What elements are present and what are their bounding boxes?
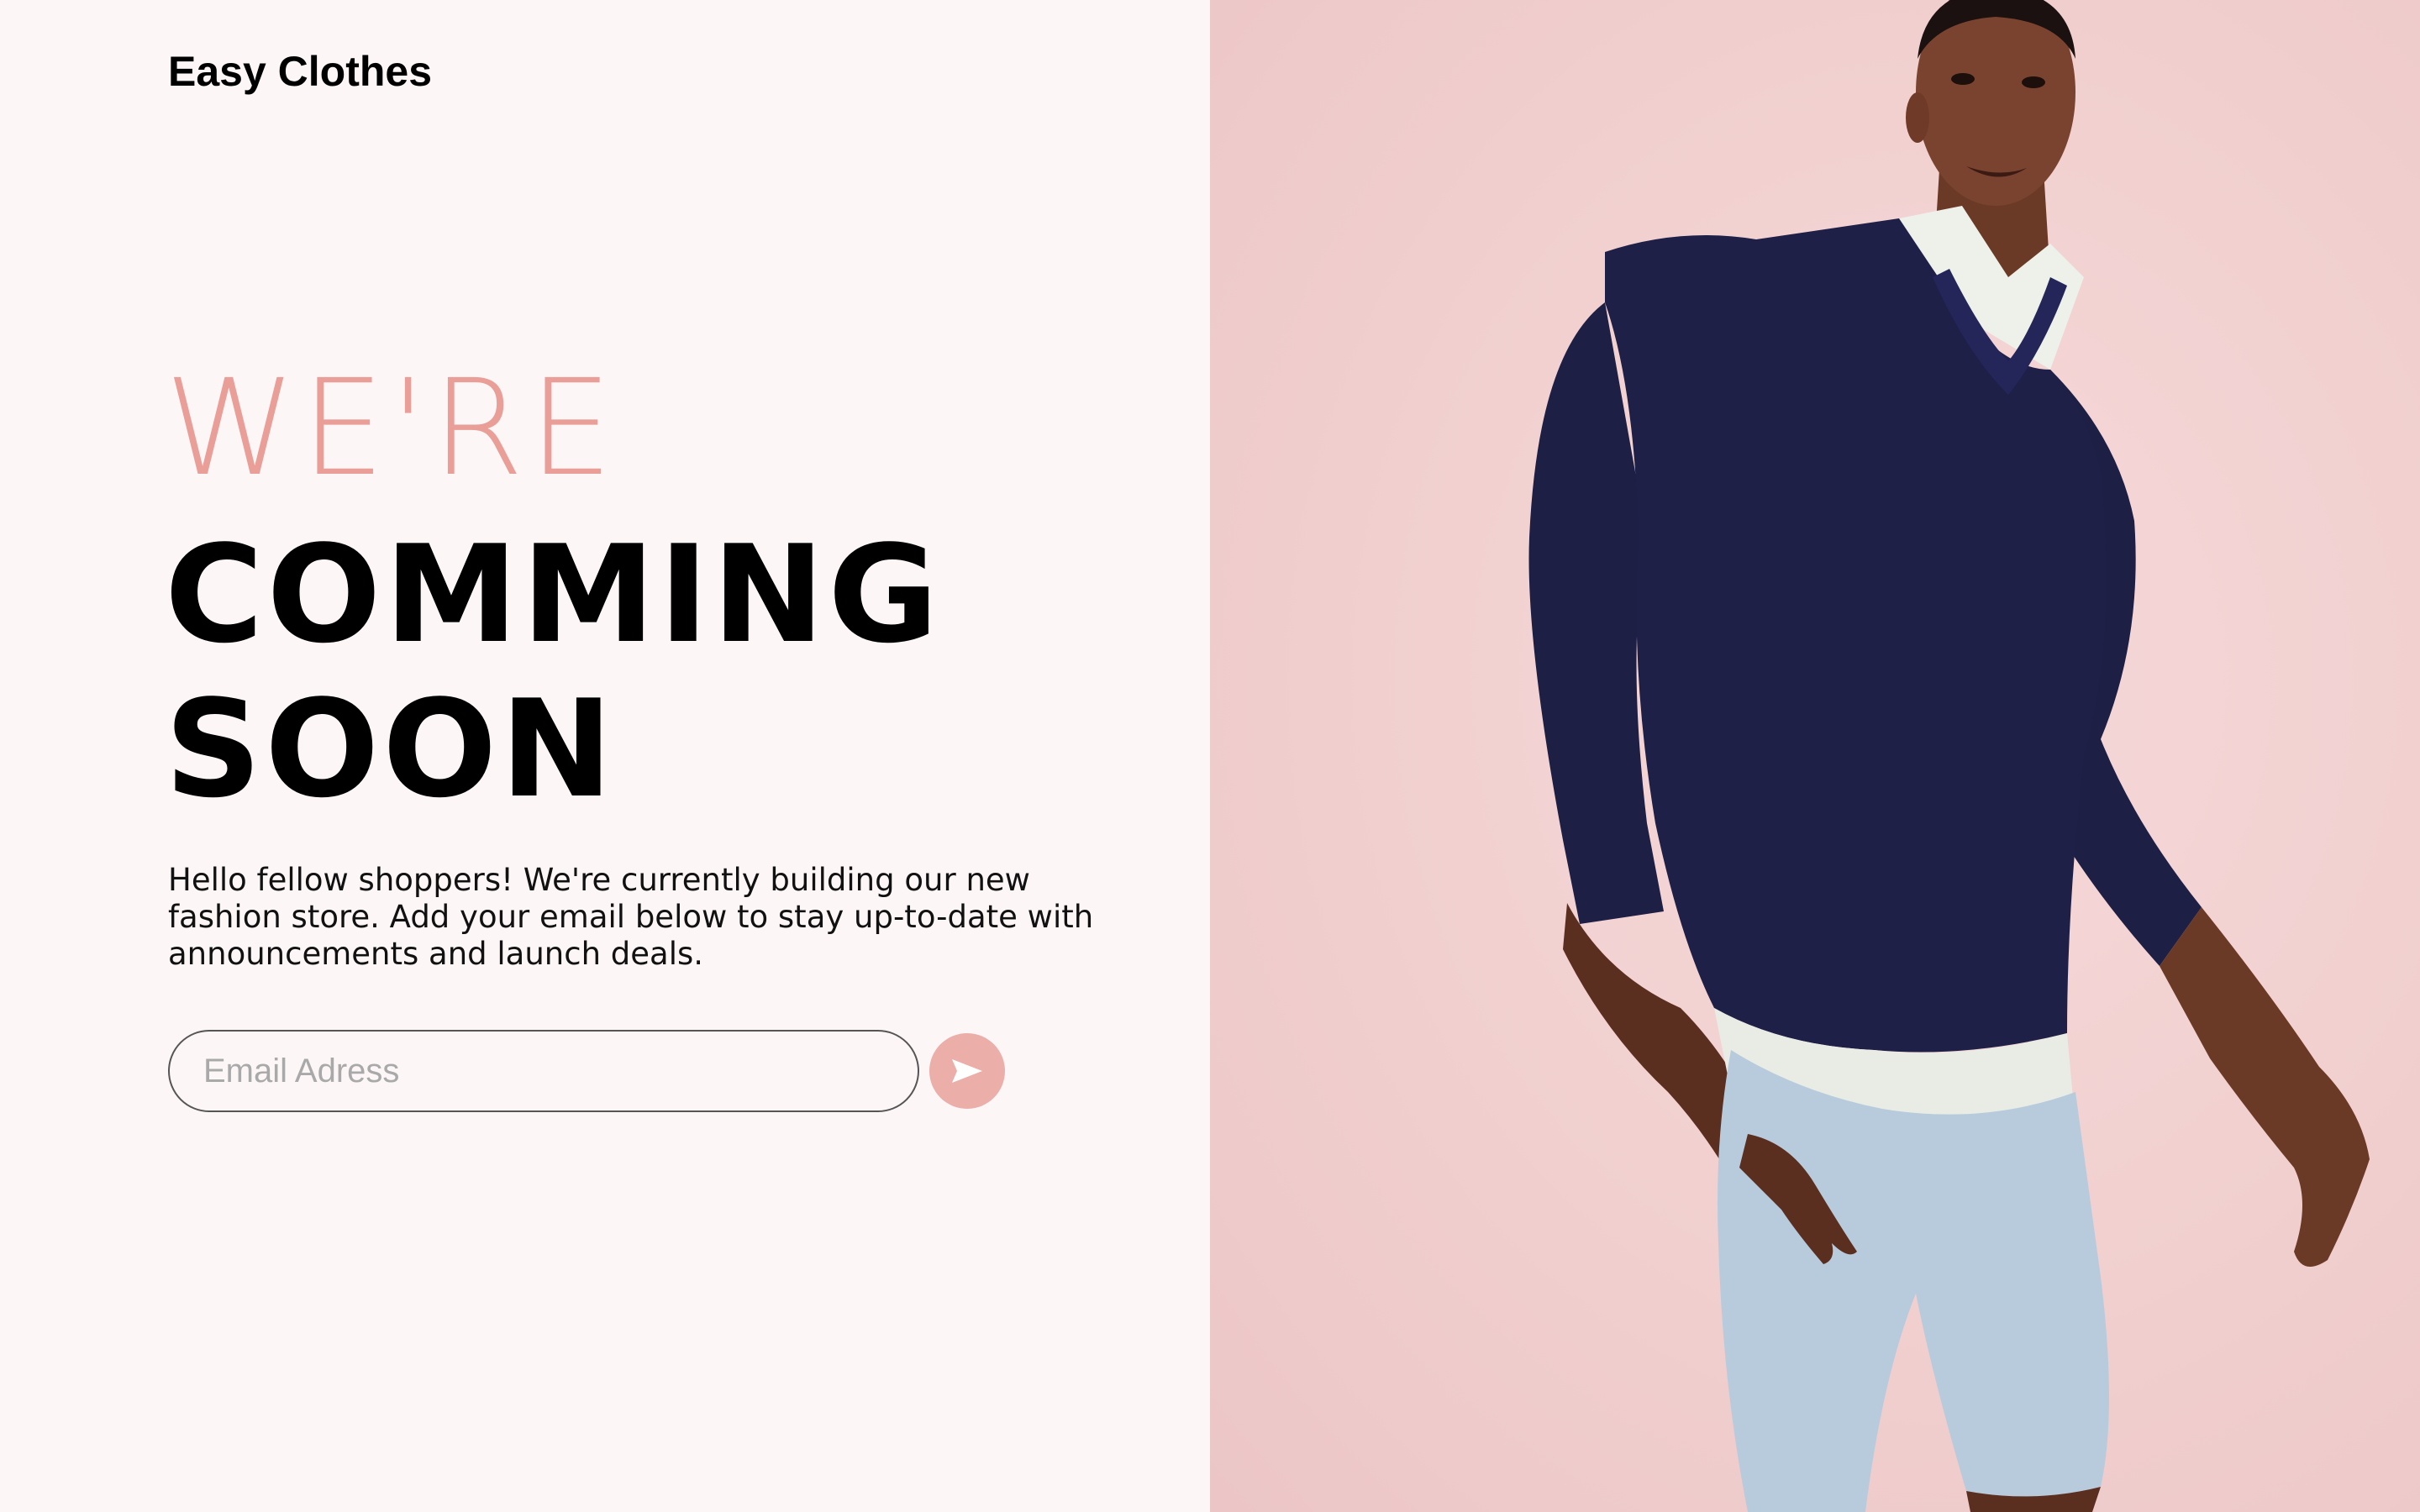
headline-line-comming: COMMING [165, 516, 942, 673]
content-panel: Easy Clothes WE'RE COMMING SOON Hello fe… [0, 0, 1210, 1512]
hero-panel [1210, 0, 2420, 1512]
headline-line-soon: SOON [165, 670, 617, 827]
email-input[interactable] [168, 1030, 919, 1112]
coming-soon-page: Easy Clothes WE'RE COMMING SOON Hello fe… [0, 0, 2420, 1512]
headline-line-were: WE'RE [165, 351, 618, 506]
submit-button[interactable] [929, 1033, 1005, 1109]
headline: WE'RE COMMING SOON [165, 361, 942, 827]
email-signup-form [168, 1030, 1005, 1112]
description-text: Hello fellow shoppers! We're currently b… [168, 862, 1094, 972]
brand-logo[interactable]: Easy Clothes [168, 47, 432, 96]
send-arrow-icon [950, 1058, 984, 1084]
hero-model-image [1528, 0, 2370, 1512]
